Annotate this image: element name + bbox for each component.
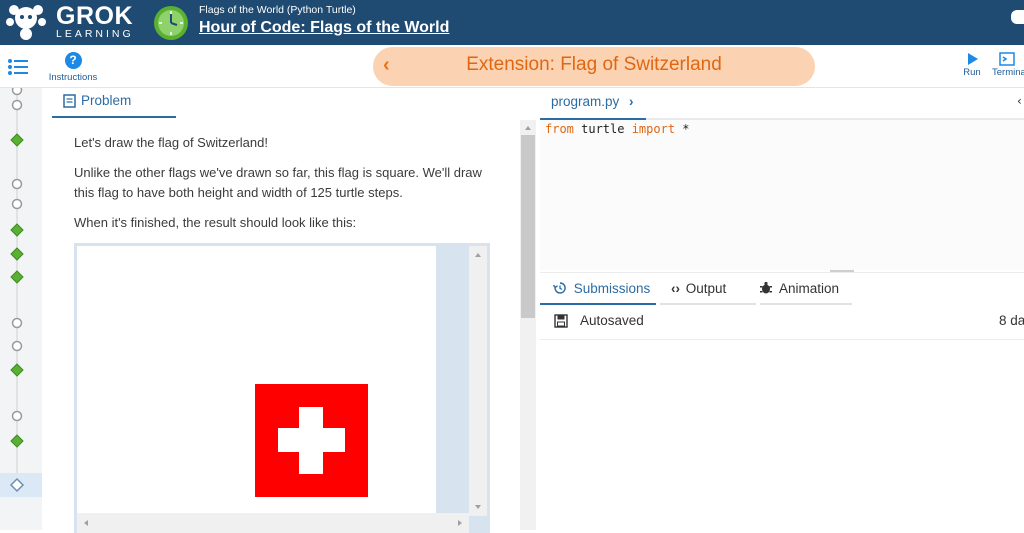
flag-cross-horizontal bbox=[278, 428, 345, 452]
progress-node-incomplete[interactable] bbox=[11, 178, 23, 190]
progress-node-complete[interactable] bbox=[10, 270, 24, 284]
progress-node-incomplete[interactable] bbox=[11, 340, 23, 352]
scrollbar-thumb[interactable] bbox=[521, 135, 535, 318]
instructions-button[interactable]: ? Instructions bbox=[44, 49, 102, 83]
swiss-flag-image bbox=[255, 384, 368, 497]
problem-scrollbar[interactable] bbox=[520, 120, 536, 530]
problem-paragraph-1: Let's draw the flag of Switzerland! bbox=[74, 135, 268, 150]
tab-problem-label: Problem bbox=[81, 93, 132, 108]
account-icon[interactable] bbox=[1011, 10, 1024, 24]
file-tab-label: program.py bbox=[551, 94, 620, 109]
code-module: turtle bbox=[573, 122, 632, 136]
progress-node-complete[interactable] bbox=[10, 434, 24, 448]
course-subtitle: Flags of the World (Python Turtle) bbox=[199, 4, 356, 16]
play-icon bbox=[968, 53, 978, 65]
brand-subtitle: LEARNING bbox=[56, 28, 134, 40]
collapse-panel-icon[interactable]: ‹ bbox=[1017, 94, 1022, 108]
clock-icon bbox=[154, 6, 188, 40]
document-icon bbox=[63, 94, 76, 108]
tab-output[interactable]: ‹› Output bbox=[671, 281, 726, 296]
top-bar: GROK LEARNING Flags of the World (Python… bbox=[0, 0, 1024, 45]
scroll-up-icon[interactable] bbox=[520, 122, 536, 134]
progress-node-incomplete[interactable] bbox=[11, 410, 23, 422]
brand-name: GROK bbox=[56, 2, 133, 30]
scroll-right-icon[interactable] bbox=[453, 513, 467, 533]
tab-submissions-label: Submissions bbox=[573, 281, 651, 296]
grok-mascot-icon bbox=[6, 5, 46, 40]
instructions-label: Instructions bbox=[48, 72, 98, 83]
example-turtle-canvas bbox=[77, 246, 436, 513]
progress-node-incomplete[interactable] bbox=[11, 317, 23, 329]
terminal-label: Terminal bbox=[992, 67, 1024, 78]
progress-node-complete[interactable] bbox=[10, 247, 24, 261]
progress-node-incomplete[interactable] bbox=[11, 198, 23, 210]
tab-animation-label: Animation bbox=[779, 281, 840, 296]
help-icon: ? bbox=[64, 52, 82, 69]
scroll-down-icon[interactable] bbox=[469, 500, 487, 514]
row-divider bbox=[540, 339, 1024, 340]
progress-node-complete[interactable] bbox=[10, 363, 24, 377]
code-rest: * bbox=[675, 122, 690, 136]
file-tab[interactable]: program.py › bbox=[551, 94, 634, 109]
run-label: Run bbox=[963, 67, 981, 78]
editor-panel: program.py › ‹ from turtle import * Subm… bbox=[540, 88, 1024, 530]
example-vertical-scrollbar[interactable] bbox=[469, 246, 487, 516]
history-icon bbox=[552, 282, 566, 294]
terminal-icon bbox=[999, 52, 1015, 66]
scroll-left-icon[interactable] bbox=[79, 513, 93, 533]
exercise-title-bar: ‹ Extension: Flag of Switzerland bbox=[373, 47, 815, 86]
tab-submissions-underline bbox=[540, 303, 656, 305]
save-icon bbox=[554, 314, 568, 328]
code-editor[interactable]: from turtle import * bbox=[540, 120, 1024, 270]
chevron-right-icon: › bbox=[629, 94, 634, 109]
problem-paragraph-3: When it's finished, the result should lo… bbox=[74, 215, 357, 230]
code-keyword: import bbox=[631, 122, 676, 136]
progress-node-complete[interactable] bbox=[10, 223, 24, 237]
progress-node-incomplete[interactable] bbox=[11, 99, 23, 111]
progress-sidebar bbox=[0, 88, 42, 530]
progress-node-incomplete[interactable] bbox=[11, 88, 23, 96]
tab-animation[interactable]: Animation bbox=[759, 281, 839, 296]
code-line-1[interactable]: from turtle import * bbox=[545, 122, 690, 136]
grok-logo[interactable]: GROK LEARNING bbox=[4, 2, 134, 42]
output-tabs: Submissions ‹› Output Animation bbox=[540, 273, 1024, 307]
scroll-up-icon[interactable] bbox=[469, 248, 487, 262]
autosave-label: Autosaved bbox=[580, 313, 644, 328]
run-button[interactable]: Run bbox=[959, 51, 985, 78]
terminal-button[interactable]: Terminal bbox=[992, 51, 1024, 78]
tab-output-underline bbox=[660, 303, 756, 305]
progress-track bbox=[0, 88, 42, 497]
tab-animation-underline bbox=[760, 303, 852, 305]
autosave-timestamp: 8 days ago bbox=[999, 313, 1024, 328]
tab-submissions[interactable]: Submissions bbox=[552, 281, 651, 296]
example-horizontal-scrollbar[interactable] bbox=[77, 513, 469, 533]
code-keyword: from bbox=[545, 122, 574, 136]
course-title-link[interactable]: Hour of Code: Flags of the World bbox=[199, 19, 449, 37]
outline-menu-icon[interactable] bbox=[8, 59, 28, 77]
toolbar: ? Instructions ‹ Extension: Flag of Swit… bbox=[0, 45, 1024, 88]
progress-node-complete[interactable] bbox=[10, 133, 24, 147]
problem-panel: Problem Let's draw the flag of Switzerla… bbox=[42, 88, 520, 533]
example-output-frame bbox=[74, 243, 490, 533]
exercise-title: Extension: Flag of Switzerland bbox=[466, 54, 722, 75]
turtle-icon bbox=[760, 281, 772, 294]
tab-output-label: Output bbox=[685, 281, 727, 296]
problem-paragraph-2: Unlike the other flags we've drawn so fa… bbox=[74, 165, 482, 200]
tab-problem[interactable]: Problem bbox=[52, 92, 176, 118]
code-icon: ‹› bbox=[671, 281, 680, 296]
